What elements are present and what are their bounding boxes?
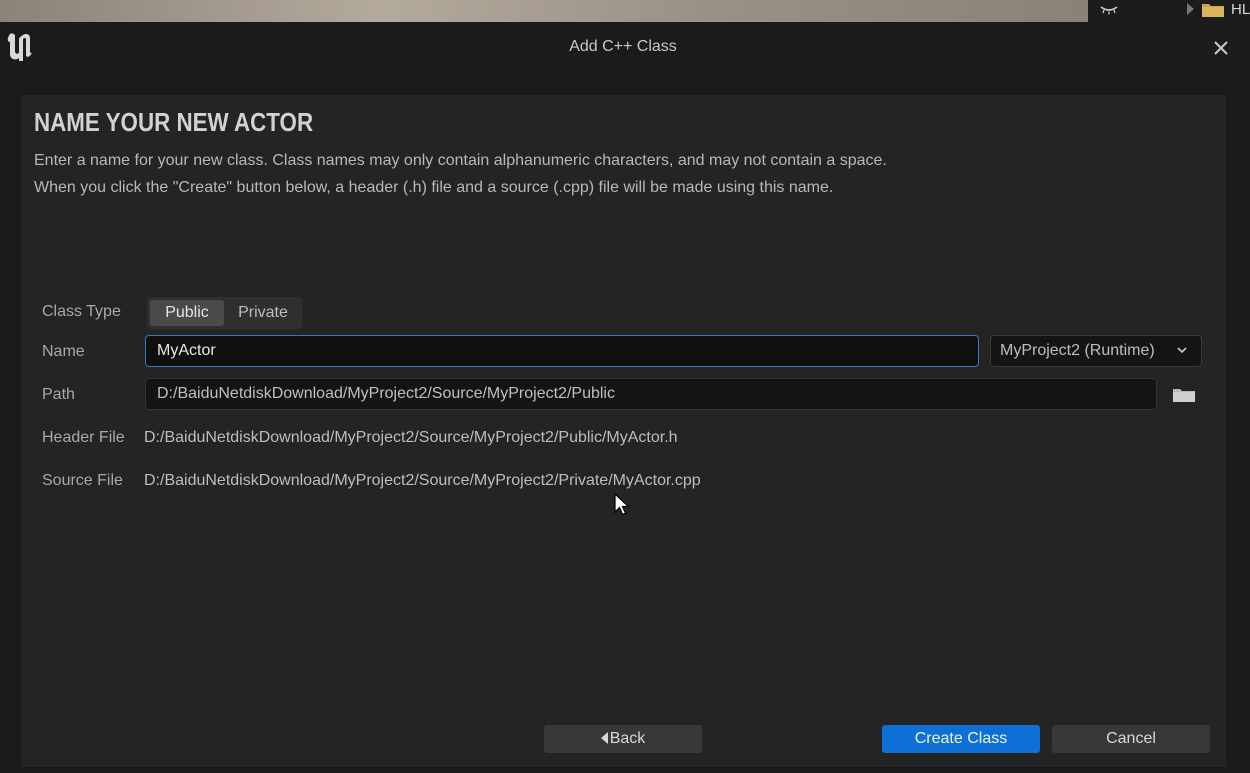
source-file-path: D:/BaiduNetdiskDownload/MyProject2/Sourc…: [144, 472, 701, 489]
class-type-label: Class Type: [42, 303, 121, 320]
eye-closed-icon: [1098, 2, 1120, 16]
header-file-path: D:/BaiduNetdiskDownload/MyProject2/Sourc…: [144, 429, 678, 446]
mouse-cursor-icon: [614, 492, 632, 519]
class-type-private-button[interactable]: Private: [226, 300, 300, 326]
module-dropdown[interactable]: MyProject2 (Runtime): [990, 335, 1202, 367]
background-item-label: HL: [1231, 1, 1250, 18]
class-name-input[interactable]: [145, 335, 979, 367]
chevron-left-icon: [600, 732, 608, 744]
window-title: Add C++ Class: [569, 38, 677, 55]
close-icon: [1214, 41, 1228, 55]
browse-folder-button[interactable]: [1171, 385, 1197, 405]
path-input[interactable]: [145, 378, 1157, 410]
source-file-label: Source File: [42, 472, 123, 489]
create-class-button[interactable]: Create Class: [882, 725, 1040, 753]
module-dropdown-value: MyProject2 (Runtime): [1000, 342, 1155, 359]
header-file-label: Header File: [42, 429, 125, 446]
background-viewport-strip: [0, 0, 1088, 22]
folder-icon: [1173, 389, 1195, 402]
expand-arrow-icon: [1187, 3, 1194, 15]
folder-icon: [1201, 2, 1225, 18]
chevron-down-icon: [1177, 347, 1187, 353]
content-panel: NAME YOUR NEW ACTOR Enter a name for you…: [21, 95, 1226, 767]
cancel-button[interactable]: Cancel: [1052, 725, 1210, 753]
path-label: Path: [42, 386, 75, 403]
page-title: NAME YOUR NEW ACTOR: [34, 107, 314, 137]
class-type-public-button[interactable]: Public: [150, 300, 224, 326]
close-button[interactable]: [1208, 35, 1234, 61]
description-line-1: Enter a name for your new class. Class n…: [34, 152, 887, 169]
back-button[interactable]: Back: [544, 725, 702, 753]
description-line-2: When you click the "Create" button below…: [34, 179, 834, 196]
back-button-label: Back: [609, 730, 646, 747]
name-label: Name: [42, 343, 85, 360]
title-bar: Add C++ Class: [0, 22, 1250, 74]
class-type-toggle: Public Private: [147, 297, 302, 329]
add-cpp-class-dialog: Add C++ Class NAME YOUR NEW ACTOR Enter …: [0, 22, 1250, 773]
